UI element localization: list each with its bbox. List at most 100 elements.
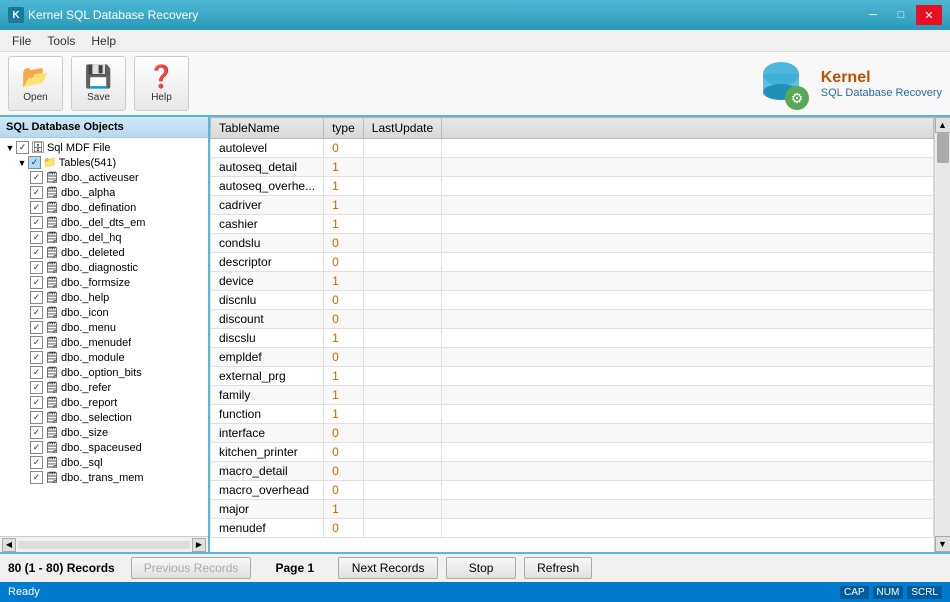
tree-item-checkbox[interactable] — [30, 411, 43, 424]
tree-item-checkbox[interactable] — [30, 381, 43, 394]
tree-item-checkbox[interactable] — [30, 366, 43, 379]
table-icon: 🗒 — [45, 396, 59, 409]
hscroll-right-btn[interactable]: ▶ — [192, 538, 206, 552]
menu-tools[interactable]: Tools — [39, 32, 83, 50]
cell-tablename: cashier — [211, 215, 324, 234]
minimize-button[interactable]: ─ — [860, 5, 886, 25]
tree-item[interactable]: 🗒 dbo._help — [0, 290, 208, 305]
table-row[interactable]: discount 0 — [211, 310, 934, 329]
tree-checkbox-root[interactable] — [16, 141, 29, 154]
tree-item-checkbox[interactable] — [30, 336, 43, 349]
stop-button[interactable]: Stop — [446, 557, 516, 579]
tree-item[interactable]: 🗒 dbo._del_dts_em — [0, 215, 208, 230]
table-row[interactable]: discslu 1 — [211, 329, 934, 348]
tree-item-checkbox[interactable] — [30, 426, 43, 439]
tree-area[interactable]: ▼ 🗄 Sql MDF File ▼ 📁 Tables(541) 🗒 dbo._… — [0, 138, 208, 536]
tree-toggle-root[interactable]: ▼ — [4, 143, 16, 153]
tree-item-checkbox[interactable] — [30, 456, 43, 469]
tree-item-checkbox[interactable] — [30, 351, 43, 364]
scroll-down-btn[interactable]: ▼ — [935, 536, 950, 552]
tree-item[interactable]: 🗒 dbo._trans_mem — [0, 470, 208, 485]
tree-item[interactable]: 🗒 dbo._icon — [0, 305, 208, 320]
tree-item-checkbox[interactable] — [30, 216, 43, 229]
table-row[interactable]: family 1 — [211, 386, 934, 405]
right-panel: TableName type LastUpdate autolevel 0 au… — [210, 117, 950, 552]
tree-item[interactable]: 🗒 dbo._defination — [0, 200, 208, 215]
close-button[interactable]: ✕ — [916, 5, 942, 25]
table-row[interactable]: descriptor 0 — [211, 253, 934, 272]
tree-item[interactable]: 🗒 dbo._size — [0, 425, 208, 440]
data-table[interactable]: TableName type LastUpdate autolevel 0 au… — [210, 117, 934, 552]
tree-item-checkbox[interactable] — [30, 291, 43, 304]
table-row[interactable]: external_prg 1 — [211, 367, 934, 386]
table-row[interactable]: autoseq_detail 1 — [211, 158, 934, 177]
open-button[interactable]: 📂 Open — [8, 56, 63, 111]
next-records-button[interactable]: Next Records — [338, 557, 438, 579]
table-row[interactable]: kitchen_printer 0 — [211, 443, 934, 462]
app-icon: K — [8, 7, 24, 23]
table-row[interactable]: function 1 — [211, 405, 934, 424]
tree-item[interactable]: 🗒 dbo._report — [0, 395, 208, 410]
menu-bar: File Tools Help — [0, 30, 950, 52]
left-panel-header: SQL Database Objects — [0, 117, 208, 138]
tree-item[interactable]: 🗒 dbo._formsize — [0, 275, 208, 290]
right-scrollbar[interactable]: ▲ ▼ — [934, 117, 950, 552]
menu-help[interactable]: Help — [83, 32, 124, 50]
table-row[interactable]: interface 0 — [211, 424, 934, 443]
tree-item[interactable]: 🗒 dbo._del_hq — [0, 230, 208, 245]
save-button[interactable]: 💾 Save — [71, 56, 126, 111]
tree-item-checkbox[interactable] — [30, 321, 43, 334]
tree-checkbox-tables[interactable] — [28, 156, 41, 169]
table-row[interactable]: menudef 0 — [211, 519, 934, 538]
left-hscrollbar[interactable]: ◀ ▶ — [0, 536, 208, 552]
table-row[interactable]: autoseq_overhe... 1 — [211, 177, 934, 196]
logo-icon: ⚙ — [757, 56, 813, 112]
tree-item-checkbox[interactable] — [30, 471, 43, 484]
tree-item[interactable]: 🗒 dbo._sql — [0, 455, 208, 470]
tree-item-checkbox[interactable] — [30, 186, 43, 199]
tree-item[interactable]: 🗒 dbo._selection — [0, 410, 208, 425]
refresh-button[interactable]: Refresh — [524, 557, 592, 579]
tree-item-checkbox[interactable] — [30, 261, 43, 274]
tree-item[interactable]: 🗒 dbo._module — [0, 350, 208, 365]
tree-item-checkbox[interactable] — [30, 276, 43, 289]
tree-tables[interactable]: ▼ 📁 Tables(541) — [0, 155, 208, 170]
tree-item[interactable]: 🗒 dbo._deleted — [0, 245, 208, 260]
tree-item[interactable]: 🗒 dbo._menu — [0, 320, 208, 335]
scroll-track[interactable] — [936, 133, 950, 536]
tree-item-checkbox[interactable] — [30, 441, 43, 454]
tree-item[interactable]: 🗒 dbo._activeuser — [0, 170, 208, 185]
prev-records-button[interactable]: Previous Records — [131, 557, 252, 579]
tree-item-checkbox[interactable] — [30, 201, 43, 214]
table-row[interactable]: device 1 — [211, 272, 934, 291]
table-row[interactable]: cashier 1 — [211, 215, 934, 234]
table-row[interactable]: macro_detail 0 — [211, 462, 934, 481]
menu-file[interactable]: File — [4, 32, 39, 50]
tree-item[interactable]: 🗒 dbo._diagnostic — [0, 260, 208, 275]
tree-item-checkbox[interactable] — [30, 231, 43, 244]
table-row[interactable]: condslu 0 — [211, 234, 934, 253]
tree-item[interactable]: 🗒 dbo._alpha — [0, 185, 208, 200]
table-row[interactable]: empldef 0 — [211, 348, 934, 367]
scroll-thumb[interactable] — [937, 133, 949, 163]
table-row[interactable]: macro_overhead 0 — [211, 481, 934, 500]
tree-item[interactable]: 🗒 dbo._spaceused — [0, 440, 208, 455]
tree-item[interactable]: 🗒 dbo._option_bits — [0, 365, 208, 380]
tree-item-checkbox[interactable] — [30, 306, 43, 319]
tree-item[interactable]: 🗒 dbo._refer — [0, 380, 208, 395]
cell-type: 1 — [324, 177, 364, 196]
tree-root[interactable]: ▼ 🗄 Sql MDF File — [0, 140, 208, 155]
table-row[interactable]: cadriver 1 — [211, 196, 934, 215]
table-row[interactable]: autolevel 0 — [211, 139, 934, 158]
table-row[interactable]: major 1 — [211, 500, 934, 519]
tree-item-checkbox[interactable] — [30, 396, 43, 409]
hscroll-left-btn[interactable]: ◀ — [2, 538, 16, 552]
scroll-up-btn[interactable]: ▲ — [935, 117, 950, 133]
tree-toggle-tables[interactable]: ▼ — [16, 158, 28, 168]
tree-item[interactable]: 🗒 dbo._menudef — [0, 335, 208, 350]
tree-item-checkbox[interactable] — [30, 246, 43, 259]
table-row[interactable]: discnlu 0 — [211, 291, 934, 310]
help-button[interactable]: ❓ Help — [134, 56, 189, 111]
maximize-button[interactable]: □ — [888, 5, 914, 25]
tree-item-checkbox[interactable] — [30, 171, 43, 184]
